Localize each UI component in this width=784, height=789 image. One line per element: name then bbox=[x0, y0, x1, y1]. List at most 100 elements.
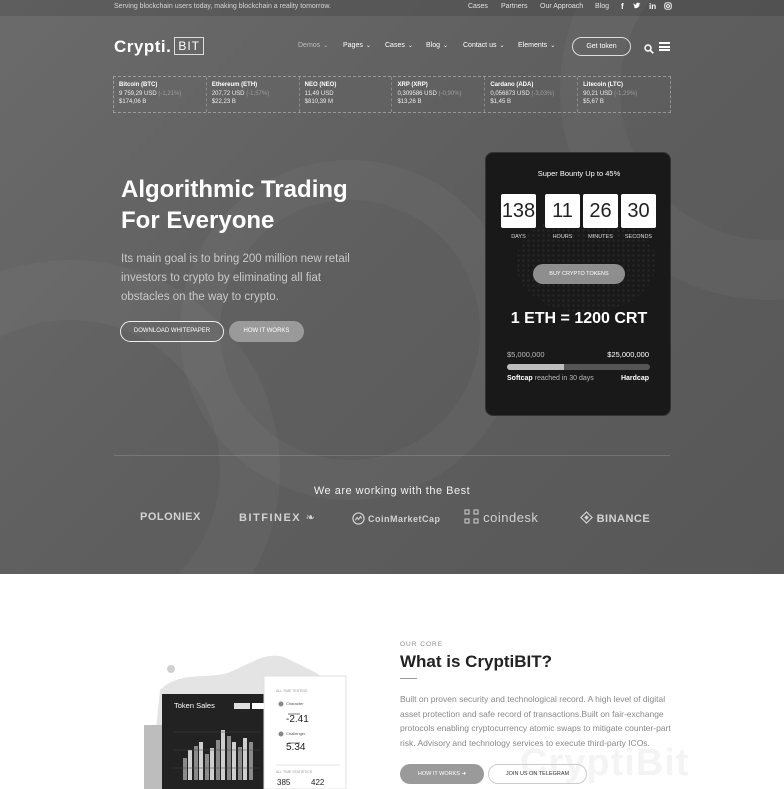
countdown-hours: 11 bbox=[545, 194, 580, 228]
token-sale-card: Super Bounty Up to 45% 138 11 26 30 DAYS… bbox=[485, 152, 671, 416]
softcap-label: Softcap bbox=[507, 375, 533, 382]
ticker-cap: $810,39 M bbox=[304, 99, 334, 105]
hero-headline-line-2: For Everyone bbox=[121, 207, 275, 234]
progress-bar bbox=[507, 364, 650, 370]
ticker-name: Ethereum (ETH) bbox=[211, 82, 258, 88]
binance-icon bbox=[580, 511, 593, 524]
exchange-rate: 1 ETH = 1200 CRT bbox=[510, 310, 648, 327]
illu-side-a-value: -2.41 bbox=[286, 714, 309, 725]
ticker-item: XRP (XRP) 0,309586 USD (-0,90%) $13,26 B bbox=[392, 77, 486, 112]
partner-poloniex[interactable]: POLONIEX bbox=[140, 511, 201, 523]
nav-pages-label: Pages bbox=[343, 42, 363, 49]
nav-blog-label: Blog bbox=[426, 42, 441, 49]
ticker-price-row: 0,309586 USD (-0,90%) bbox=[397, 91, 484, 97]
chevron-down-icon: ⌄ bbox=[443, 43, 449, 49]
partner-bitfinex[interactable]: BITFINEX ❧ bbox=[239, 511, 316, 524]
countdown-seconds: 30 bbox=[621, 194, 656, 228]
nav-cases[interactable]: Cases ⌄ bbox=[385, 42, 413, 49]
nav-demos-label: Demos bbox=[298, 42, 321, 49]
ticker-cap: $174,06 B bbox=[119, 99, 147, 105]
ticker-change: (-1,21%) bbox=[158, 91, 182, 97]
ticker-price: 0,309586 USD bbox=[397, 91, 437, 97]
countdown-days: 138 bbox=[501, 194, 536, 228]
top-link-cases[interactable]: Cases bbox=[468, 3, 488, 10]
illu-side-header: ALL TIME TESTING bbox=[276, 689, 308, 693]
illu-stat-1: 385 bbox=[277, 778, 291, 787]
top-link-blog[interactable]: Blog bbox=[595, 3, 609, 10]
ticker-price: 207,72 USD bbox=[211, 91, 245, 97]
ticker-price-row: 9 759,29 USD (-1,21%) bbox=[119, 91, 206, 97]
ticker-item: Cardano (ADA) 0,056873 USD (-3,03%) $1,4… bbox=[485, 77, 579, 112]
nav-elements-label: Elements bbox=[518, 42, 548, 49]
ticker-price: 9 759,29 USD bbox=[119, 91, 157, 97]
download-whitepaper-button[interactable]: DOWNLOAD WHITEPAPER bbox=[120, 321, 224, 342]
hamburger-menu-icon[interactable] bbox=[659, 42, 670, 51]
partners-title: We are working with the Best bbox=[313, 485, 471, 497]
site-logo[interactable]: Crypti. BIT bbox=[114, 37, 205, 57]
twitter-icon[interactable] bbox=[633, 2, 641, 12]
how-it-works-button[interactable]: HOW IT WORKS bbox=[229, 321, 304, 342]
partner-binance[interactable]: BINANCE bbox=[580, 511, 650, 525]
about-how-it-works-button[interactable]: HOW IT WORKS ➜ bbox=[400, 764, 484, 784]
nav-demos[interactable]: Demos ⌄ bbox=[298, 42, 328, 49]
countdown-days-label: DAYS bbox=[511, 234, 526, 240]
logo-text: Crypti. bbox=[114, 37, 172, 56]
hero-headline: Algorithmic Trading For Everyone bbox=[121, 174, 401, 236]
ticker-price-row: 207,72 USD (-1,57%) bbox=[212, 91, 299, 97]
partner-coindesk[interactable]: coindesk bbox=[464, 509, 538, 525]
nav-contact-label: Contact us bbox=[463, 42, 497, 49]
crypto-ticker: Bitcoin (BTC) 9 759,29 USD (-1,21%) $174… bbox=[113, 76, 671, 113]
get-token-button[interactable]: Get token bbox=[572, 37, 631, 56]
facebook-icon[interactable]: f bbox=[621, 2, 624, 11]
partner-coinmarketcap[interactable]: CoinMarketCap bbox=[352, 512, 441, 525]
buy-crypto-tokens-button[interactable]: BUY CRYPTO TOKENS bbox=[533, 264, 625, 284]
illu-side-a-label: Character bbox=[286, 701, 304, 706]
ticker-change: (-3,03%) bbox=[531, 91, 555, 97]
partner-binance-label: BINANCE bbox=[596, 513, 651, 525]
nav-contact[interactable]: Contact us ⌄ bbox=[463, 42, 505, 49]
instagram-icon[interactable] bbox=[664, 2, 672, 12]
join-telegram-button[interactable]: JOIN US ON TELEGRAM bbox=[488, 764, 587, 784]
nav-pages[interactable]: Pages ⌄ bbox=[343, 42, 371, 49]
arrow-right-icon: ➜ bbox=[461, 771, 467, 777]
ticker-cap: $13,26 B bbox=[397, 99, 422, 105]
chevron-down-icon: ⌄ bbox=[550, 43, 556, 49]
softcap-row: Softcap reached in 30 days bbox=[507, 375, 594, 382]
chevron-down-icon: ⌄ bbox=[499, 43, 505, 49]
ticker-cap: $22,23 B bbox=[211, 99, 236, 105]
partner-coindesk-label: coindesk bbox=[483, 510, 539, 525]
softcap-note: reached in 30 days bbox=[532, 375, 594, 382]
ticker-price: 90,21 USD bbox=[583, 91, 613, 97]
search-icon[interactable] bbox=[644, 41, 654, 54]
countdown-minutes-label: MINUTES bbox=[588, 234, 613, 240]
hardcap-label: Hardcap bbox=[620, 375, 649, 382]
token-sales-illustration: Token Sales ALL TIME TESTING Character -… bbox=[140, 650, 360, 789]
nav-elements[interactable]: Elements ⌄ bbox=[518, 42, 555, 49]
top-link-partners[interactable]: Partners bbox=[501, 3, 527, 10]
top-link-approach[interactable]: Our Approach bbox=[540, 3, 583, 10]
cap-max: $25,000,000 bbox=[607, 350, 649, 359]
linkedin-icon[interactable]: in bbox=[649, 2, 656, 11]
illu-footer-label: ALL TIME STATISTICS bbox=[276, 770, 313, 774]
tagline: Serving blockchain users today, making b… bbox=[114, 3, 331, 10]
ticker-item: Litecoin (LTC) 90,21 USD (-1,29%) $5,67 … bbox=[578, 77, 670, 112]
partner-bitfinex-label: BITFINEX bbox=[239, 512, 302, 524]
cap-min: $5,000,000 bbox=[507, 350, 545, 359]
top-bar: Serving blockchain users today, making b… bbox=[0, 0, 784, 16]
chevron-down-icon: ⌄ bbox=[407, 43, 413, 49]
ticker-name: Bitcoin (BTC) bbox=[119, 82, 158, 88]
illu-stat-2: 422 bbox=[311, 778, 325, 787]
chevron-down-icon: ⌄ bbox=[365, 43, 371, 49]
ticker-cap: $1,45 B bbox=[490, 99, 511, 105]
section-label: OUR CORE bbox=[400, 641, 444, 648]
logo-box: BIT bbox=[174, 37, 205, 55]
ticker-price-row: 11,49 USD bbox=[305, 91, 392, 97]
hero-section: Serving blockchain users today, making b… bbox=[0, 0, 784, 574]
countdown-minutes: 26 bbox=[583, 194, 618, 228]
illu-side-b-value: 5.34 bbox=[286, 742, 306, 753]
ticker-name: Litecoin (LTC) bbox=[583, 82, 624, 88]
nav-blog[interactable]: Blog ⌄ bbox=[426, 42, 448, 49]
ticker-cap: $5,67 B bbox=[583, 99, 604, 105]
ticker-price-row: 0,056873 USD (-3,03%) bbox=[490, 91, 577, 97]
dot-pattern bbox=[516, 213, 656, 313]
